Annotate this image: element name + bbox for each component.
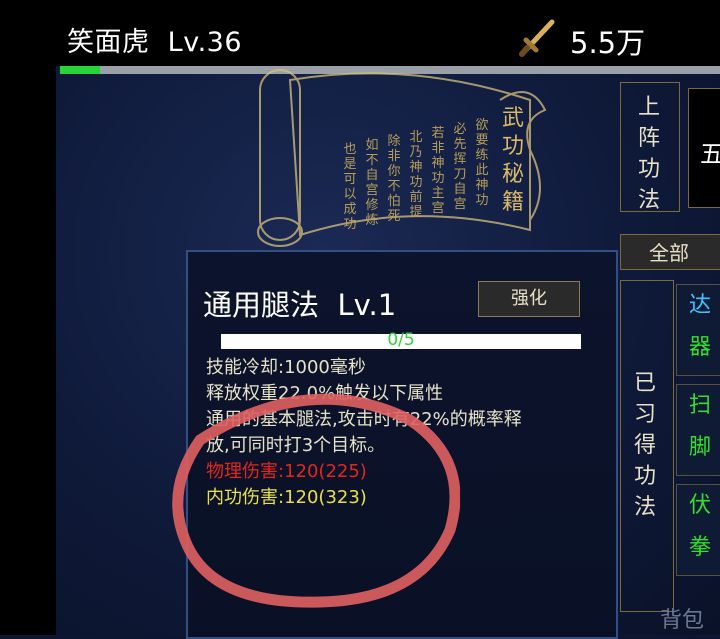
- skill-list-subtitle: 脚: [689, 435, 712, 460]
- learned-label-char: 习: [633, 402, 656, 427]
- bag-label[interactable]: 背包: [660, 602, 704, 634]
- player-name-level: 笑面虎 Lv.36: [67, 20, 242, 59]
- scroll-column: 如不自宫修炼: [365, 138, 379, 228]
- skill-list-subtitle: 器: [689, 335, 712, 360]
- enhance-button[interactable]: 强化: [478, 281, 580, 317]
- deploy-label-char: 上: [637, 95, 660, 120]
- deploy-label-char: 法: [637, 188, 660, 213]
- skill-cooldown: 技能冷却:1000毫秒: [206, 357, 366, 378]
- tab-all[interactable]: 全部: [620, 234, 720, 270]
- skill-list-title: 达: [689, 293, 712, 318]
- deploy-skill-label: 上阵功法: [636, 92, 662, 216]
- exp-fill: [60, 66, 100, 74]
- left-black-strip: [0, 0, 56, 635]
- skill-progress-bar: 0/5: [221, 330, 581, 350]
- skill-list-subtitle: 拳: [689, 535, 712, 560]
- combat-power: 5.5万: [570, 26, 646, 60]
- deploy-label-char: 阵: [637, 126, 660, 151]
- red-annotation-circle: [172, 393, 460, 608]
- scroll-title: 武功秘籍: [501, 106, 524, 215]
- learned-label-char: 法: [633, 495, 656, 520]
- learned-label-char: 得: [633, 433, 656, 458]
- learned-label-char: 功: [633, 464, 656, 489]
- skill-list-item[interactable]: 达器: [676, 284, 720, 376]
- scroll-column: 除非你不怕死: [387, 134, 401, 224]
- player-name: 笑面虎: [67, 27, 150, 58]
- scroll-column: 欲要练此神功: [475, 118, 489, 208]
- skill-name: 通用腿法: [203, 288, 320, 322]
- skill-list-item[interactable]: 扫脚: [676, 384, 720, 476]
- scroll-column: 若非神功主宫: [431, 126, 445, 216]
- player-level: Lv.36: [167, 27, 243, 58]
- deploy-slot-value: 五: [700, 140, 720, 168]
- sword-icon: [519, 19, 555, 57]
- skill-list-title: 伏: [689, 493, 712, 518]
- scroll-column: 必先挥刀自宫: [453, 122, 467, 212]
- learned-skills-label: 已习得功法: [632, 368, 658, 523]
- learned-label-char: 已: [633, 371, 656, 396]
- deploy-label-char: 功: [637, 157, 660, 182]
- scroll-column: 北乃神功前提: [409, 130, 423, 220]
- skill-list-item[interactable]: 伏拳: [676, 484, 720, 576]
- skill-level: Lv.1: [337, 288, 397, 322]
- scroll-column: 也是可以成功: [343, 142, 357, 232]
- skill-progress-text: 0/5: [387, 330, 415, 350]
- skill-list-title: 扫: [689, 393, 712, 418]
- skill-title: 通用腿法 Lv.1: [203, 282, 396, 324]
